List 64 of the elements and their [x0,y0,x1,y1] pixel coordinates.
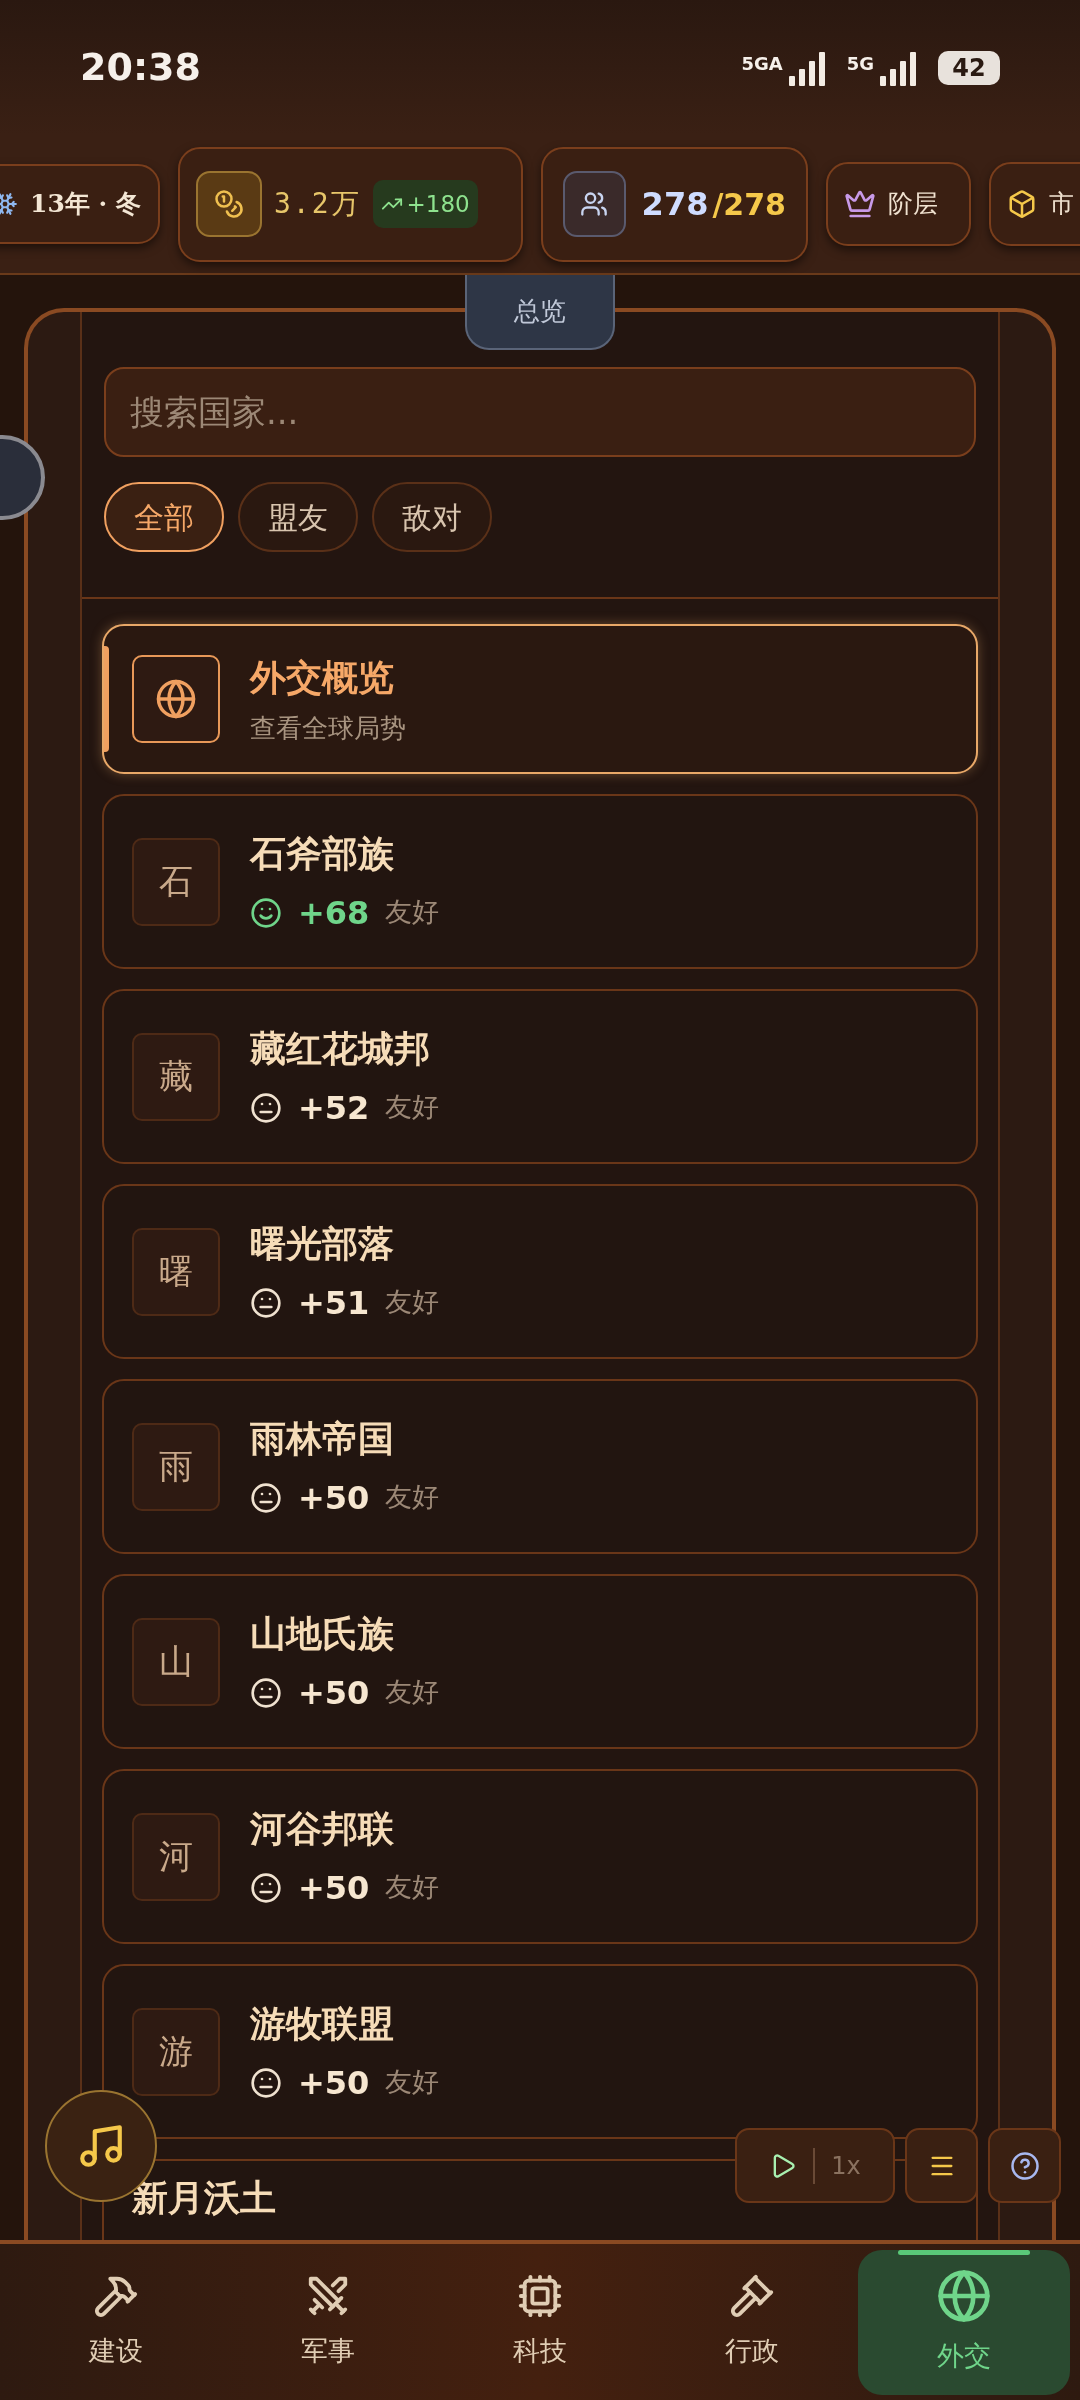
nav-tab[interactable]: 军事 [222,2249,434,2395]
coin-amount: 3.2万 [274,186,361,222]
nation-card[interactable]: 游 游牧联盟 +50 友好 [102,1964,978,2139]
relation-score: +50 [298,1867,370,1909]
season-chip[interactable]: 13年 · 冬 [0,164,160,244]
filter-chip[interactable]: 盟友 [238,482,358,552]
nation-initial: 游 [132,2007,220,2096]
status-time: 20:38 [80,44,201,91]
overview-title: 外交概览 [250,655,395,700]
nation-name: 石斧部族 [250,831,395,876]
coin-chip[interactable]: 3.2万 +180 [178,146,523,262]
nav-tab[interactable]: 科技 [434,2249,646,2395]
relation-status: 友好 [385,1480,440,1515]
nation-name: 游牧联盟 [250,2001,395,2046]
relation-score: +50 [298,1672,370,1714]
search-field[interactable]: 搜索国家... [104,367,976,457]
relation-score: +50 [298,2062,370,2104]
nation-card[interactable]: 雨 雨林帝国 +50 友好 [102,1379,978,1554]
nation-card[interactable]: 藏 藏红花城邦 +52 友好 [102,989,978,1164]
relation-status: 友好 [385,895,440,930]
overview-card[interactable]: 外交概览 查看全球局势 [102,624,978,774]
nation-card[interactable]: 石 石斧部族 +68 友好 [102,794,978,969]
relation-score: +51 [298,1282,370,1324]
nation-name: 曙光部落 [250,1221,395,1266]
network-label: 5GA [741,51,783,76]
nation-name: 山地氏族 [250,1611,395,1656]
nav-tab[interactable]: 建设 [10,2249,222,2395]
relation-score: +50 [298,1477,370,1519]
nation-initial: 山 [132,1617,220,1706]
nation-card[interactable]: 山 山地氏族 +50 友好 [102,1574,978,1749]
nation-card[interactable]: 曙 曙光部落 +51 友好 [102,1184,978,1359]
nation-name: 藏红花城邦 [250,1026,431,1071]
population-count: 278 [641,184,709,225]
nation-initial: 曙 [132,1227,220,1316]
relation-status: 友好 [385,1090,440,1125]
season-label: 13年 · 冬 [30,188,141,221]
class-label: 阶层 [888,188,938,221]
nation-name: 河谷邦联 [250,1806,395,1851]
nation-initial: 河 [132,1812,220,1901]
nation-card[interactable]: 河 河谷邦联 +50 友好 [102,1769,978,1944]
panel-tab[interactable]: 总览 [465,275,615,350]
network-label: 5G [846,51,874,76]
overview-subtitle: 查看全球局势 [250,711,406,745]
filter-chip[interactable]: 全部 [104,482,224,552]
battery-level: 42 [938,50,1000,85]
relation-score: +68 [298,892,370,934]
nav-tab[interactable]: 外交 [858,2249,1070,2395]
nation-initial: 雨 [132,1422,220,1511]
nation-initial: 石 [132,837,220,926]
relation-status: 友好 [385,2065,440,2100]
market-button[interactable]: 市 [989,162,1080,246]
filter-chip[interactable]: 敌对 [372,482,492,552]
relation-status: 友好 [385,1675,440,1710]
relation-status: 友好 [385,1285,440,1320]
relation-status: 友好 [385,1870,440,1905]
population-chip[interactable]: 278/278 [541,146,808,262]
population-capacity: /278 [712,185,786,224]
income-value: +180 [406,189,470,219]
nation-initial: 藏 [132,1032,220,1121]
relation-score: +52 [298,1087,370,1129]
nav-tab[interactable]: 行政 [646,2249,858,2395]
class-button[interactable]: 阶层 [826,162,971,246]
market-label: 市 [1049,188,1074,221]
nation-name: 雨林帝国 [250,1416,395,1461]
